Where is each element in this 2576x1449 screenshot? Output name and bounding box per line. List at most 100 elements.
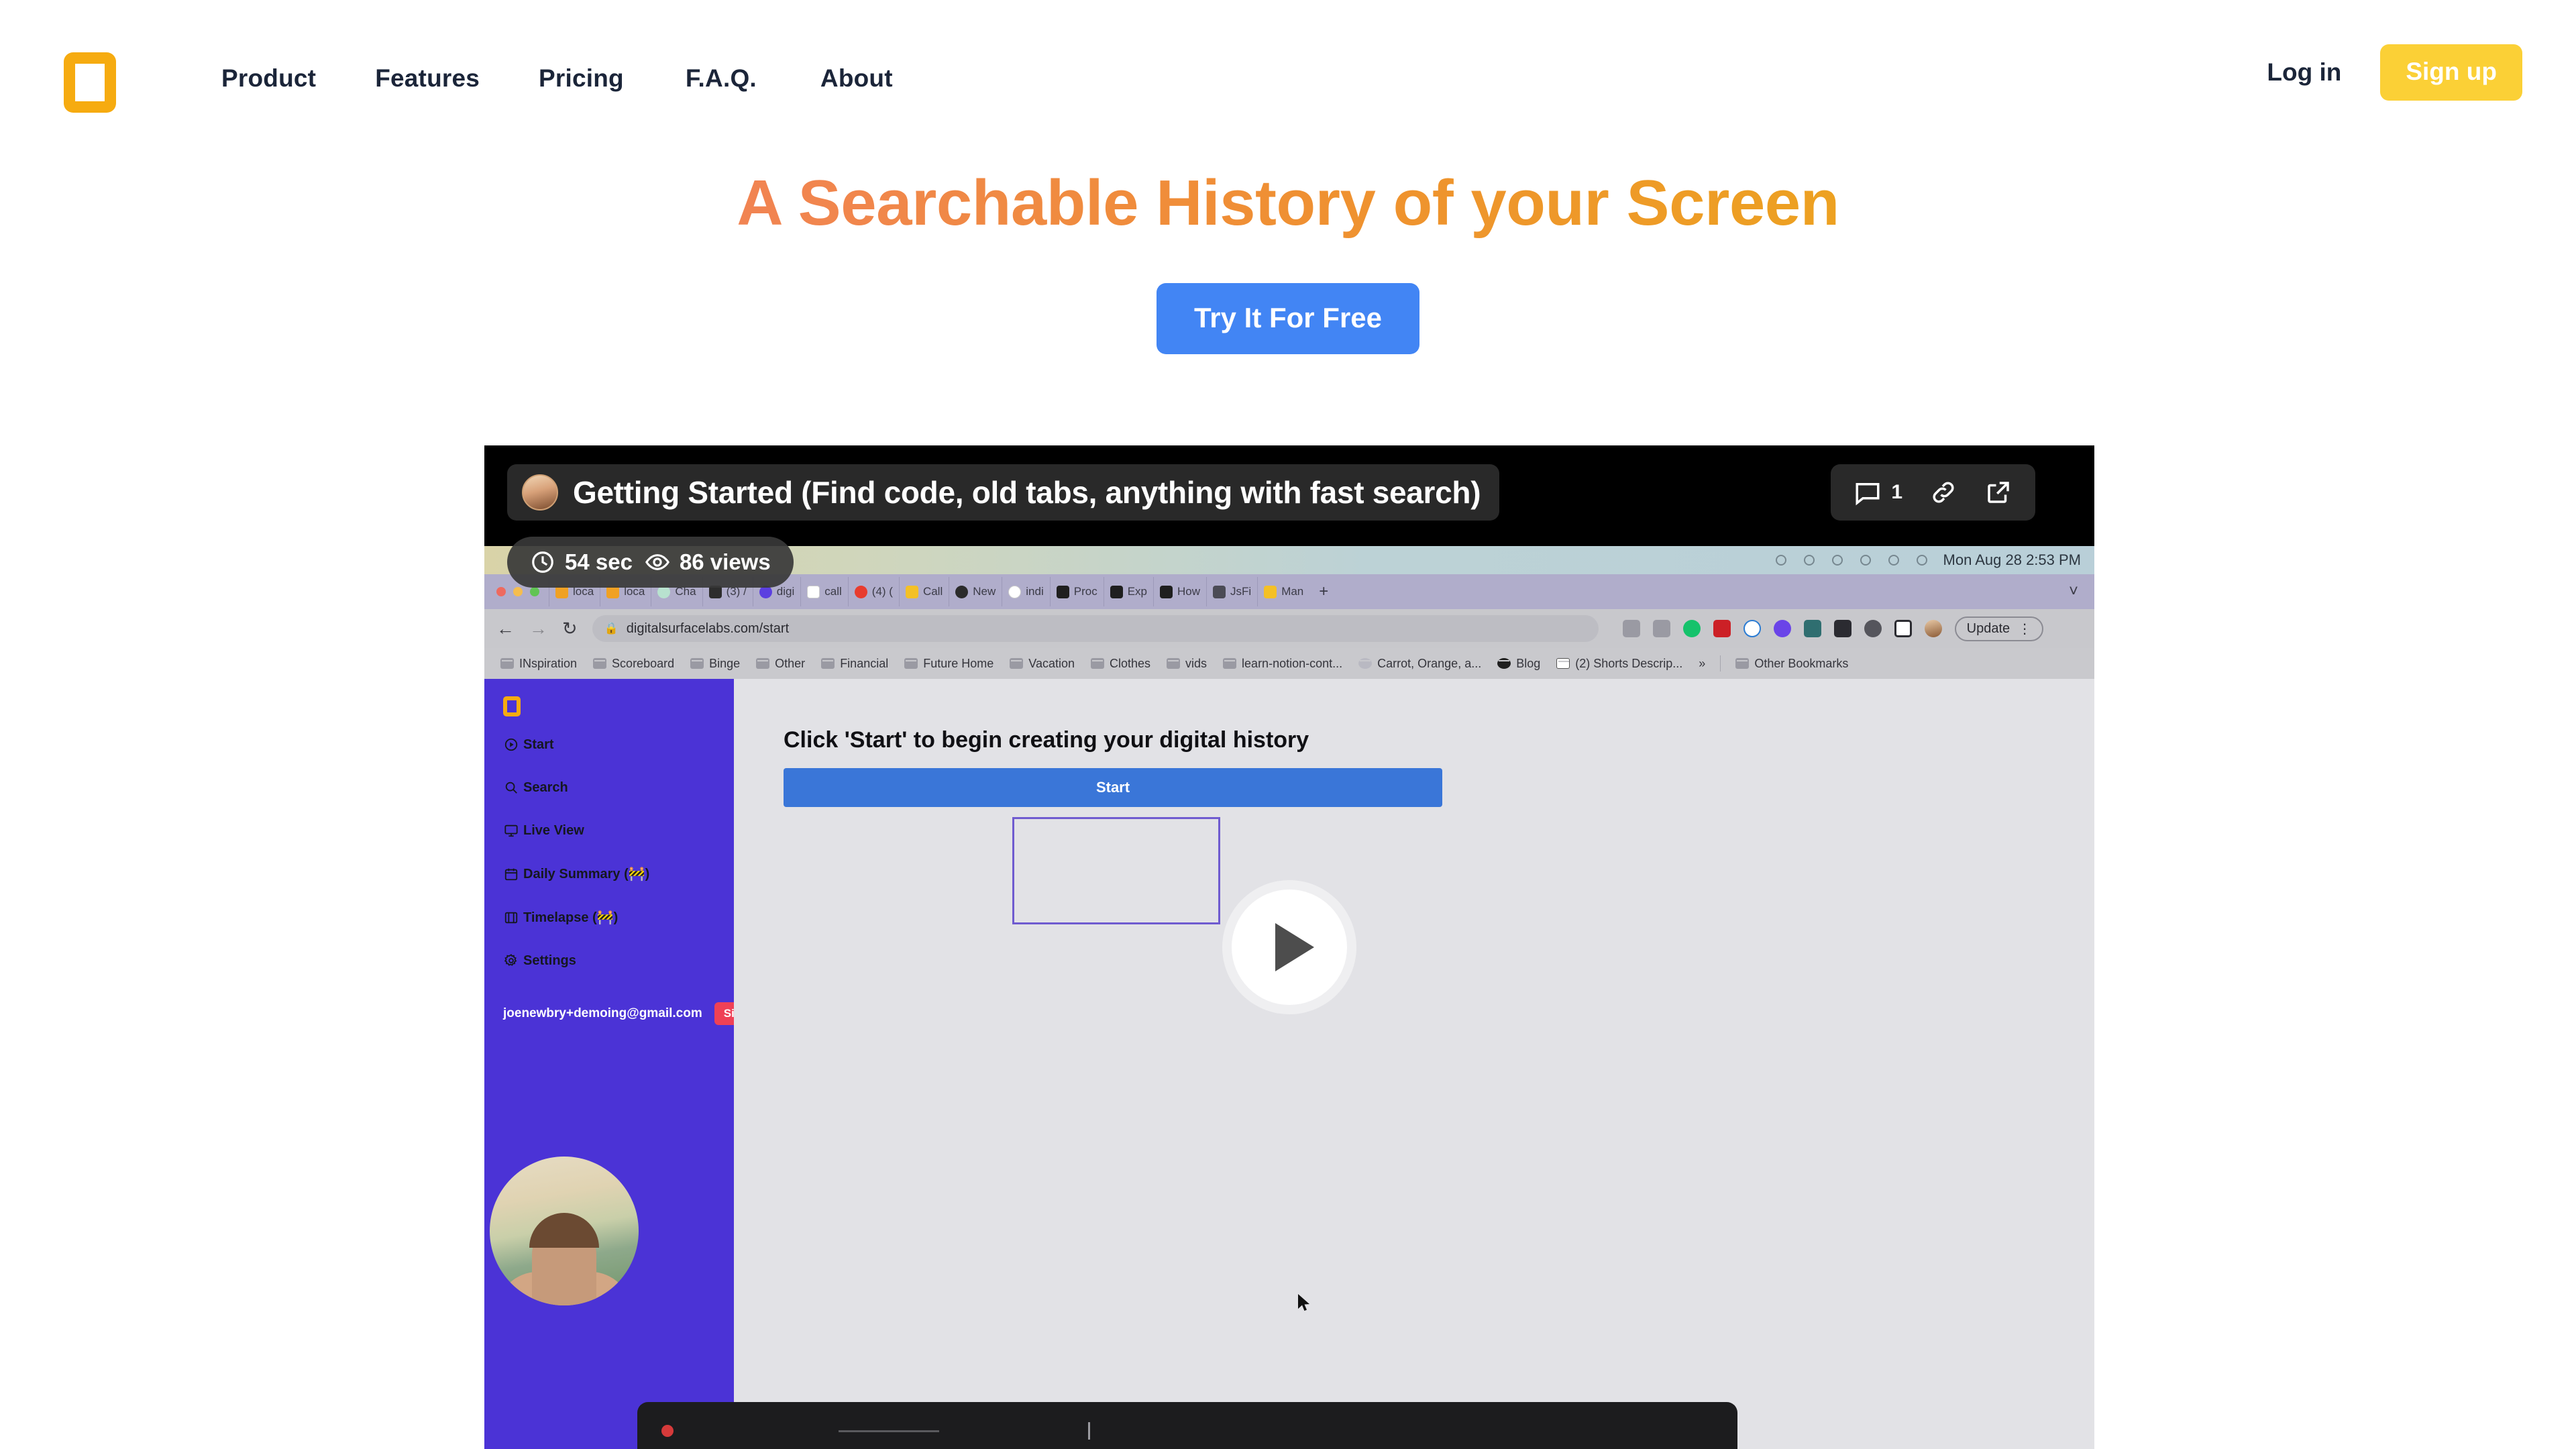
browser-tab[interactable]: Exp	[1103, 577, 1153, 606]
sidebar-item-settings[interactable]: Settings	[503, 953, 734, 969]
sidebar-item-search[interactable]: Search	[503, 780, 734, 796]
progress-track[interactable]	[839, 1430, 939, 1432]
video-title-overlay: Getting Started (Find code, old tabs, an…	[507, 464, 1500, 521]
forward-arrow-icon[interactable]: →	[529, 619, 547, 638]
bookmark-item[interactable]: Future Home	[896, 657, 1002, 671]
bookmark-label: Carrot, Orange, a...	[1377, 656, 1482, 670]
profile-avatar-icon[interactable]	[1924, 620, 1942, 637]
play-button[interactable]	[1232, 890, 1347, 1005]
presenter-hair	[529, 1213, 599, 1248]
nav-link-features[interactable]: Features	[375, 64, 480, 93]
tab-label: New	[973, 585, 996, 598]
sidebar-item-label: Daily Summary (🚧)	[523, 867, 650, 881]
back-arrow-icon[interactable]: ←	[496, 619, 515, 638]
square-outline-logo-icon[interactable]	[64, 52, 116, 113]
browser-tab[interactable]: New	[949, 577, 1002, 606]
settings-extension-icon[interactable]	[1773, 620, 1791, 637]
qr-extension-icon[interactable]	[1803, 620, 1821, 637]
bookmark-item[interactable]: learn-notion-cont...	[1215, 657, 1350, 671]
tab-label: call	[824, 585, 842, 598]
window-controls[interactable]	[496, 587, 539, 596]
open-external-button[interactable]	[1984, 478, 2012, 506]
three-dot-menu-icon[interactable]: ⋮	[2018, 621, 2031, 637]
pdf-extension-icon[interactable]	[1713, 620, 1731, 637]
bookmark-item[interactable]: Scoreboard	[585, 657, 682, 671]
video-player-controls[interactable]	[637, 1402, 1737, 1449]
nav-link-pricing[interactable]: Pricing	[539, 64, 624, 93]
browser-tab[interactable]: Man	[1257, 577, 1309, 606]
nav-link-faq[interactable]: F.A.Q.	[686, 64, 757, 93]
highlight-rectangle	[1012, 817, 1220, 924]
tab-list-chevron-down-icon[interactable]: ˅	[2059, 584, 2094, 600]
bookmark-item[interactable]: (2) Shorts Descrip...	[1548, 657, 1690, 671]
bookmark-item[interactable]: Other	[748, 657, 813, 671]
browser-tab[interactable]: Call	[898, 577, 949, 606]
bookmark-item[interactable]: Binge	[682, 657, 748, 671]
sidebar-item-daily-summary[interactable]: Daily Summary (🚧)	[503, 865, 734, 882]
copy-link-button[interactable]	[1929, 478, 1957, 506]
bookmark-item[interactable]: Clothes	[1083, 657, 1159, 671]
bookmark-item[interactable]: Vacation	[1002, 657, 1083, 671]
new-tab-button[interactable]: +	[1309, 584, 1338, 600]
comments-button[interactable]: 1	[1854, 478, 1902, 506]
browser-tab[interactable]: JsFi	[1206, 577, 1257, 606]
browser-tab[interactable]: indi	[1002, 577, 1049, 606]
close-window-icon[interactable]	[496, 587, 506, 596]
nav-link-product[interactable]: Product	[221, 64, 316, 93]
bookmark-label: Other Bookmarks	[1754, 656, 1849, 670]
browser-tab[interactable]: Proc	[1049, 577, 1104, 606]
sidebar-item-live-view[interactable]: Live View	[503, 822, 734, 839]
sidebar-item-timelapse[interactable]: Timelapse (🚧)	[503, 909, 734, 926]
onepassword-extension-icon[interactable]	[1743, 620, 1761, 637]
grammarly-extension-icon[interactable]	[1682, 620, 1701, 637]
try-it-for-free-button[interactable]: Try It For Free	[1156, 283, 1420, 354]
top-navigation-bar: Product Features Pricing F.A.Q. About Lo…	[0, 0, 2576, 134]
tab-label: Exp	[1127, 585, 1147, 598]
bookmark-item[interactable]: vids	[1159, 657, 1215, 671]
nav-link-about[interactable]: About	[820, 64, 893, 93]
video-embed[interactable]: Mon Aug 28 2:53 PM loca loca Cha (3) / d…	[484, 445, 2094, 1449]
wifi-icon	[1860, 555, 1871, 566]
browser-tab[interactable]: call	[800, 577, 848, 606]
maximize-window-icon[interactable]	[530, 587, 539, 596]
clock-icon	[532, 551, 553, 573]
sidebar-item-label: Start	[523, 737, 554, 752]
login-link[interactable]: Log in	[2267, 58, 2341, 87]
bookmark-item[interactable]: Blog	[1489, 657, 1548, 671]
sidepanel-icon[interactable]	[1894, 620, 1912, 637]
monitor-icon	[503, 822, 519, 839]
address-bar[interactable]: 🔒 digitalsurfacelabs.com/start	[592, 615, 1599, 642]
sidebar-item-label: Search	[523, 780, 568, 795]
spotlight-search-icon	[1888, 555, 1899, 566]
minimize-window-icon[interactable]	[513, 587, 523, 596]
folder-icon	[593, 658, 607, 669]
tab-label: (4) (	[871, 585, 893, 598]
primary-nav-links: Product Features Pricing F.A.Q. About	[221, 64, 893, 93]
bookmark-label: (2) Shorts Descrip...	[1575, 656, 1683, 670]
star-icon[interactable]	[1652, 620, 1670, 637]
reload-icon[interactable]: ↻	[562, 619, 578, 638]
bookmark-item[interactable]: Carrot, Orange, a...	[1350, 657, 1489, 671]
update-button[interactable]: Update ⋮	[1954, 616, 2044, 641]
browser-tab[interactable]: (4) (	[847, 577, 899, 606]
browser-tab[interactable]: How	[1153, 577, 1206, 606]
playhead[interactable]	[1088, 1422, 1090, 1440]
comment-count: 1	[1891, 481, 1902, 503]
bookmarks-overflow-button[interactable]: »	[1690, 657, 1713, 671]
app-square-outline-logo-icon[interactable]	[503, 696, 521, 716]
external-link-icon	[1988, 482, 2009, 503]
puzzle-extensions-icon[interactable]	[1833, 620, 1851, 637]
folder-icon	[500, 658, 514, 669]
tab-label: digi	[776, 585, 795, 598]
signup-button[interactable]: Sign up	[2380, 44, 2522, 101]
share-icon[interactable]	[1622, 620, 1640, 637]
bookmark-label: Other	[775, 656, 806, 670]
bookmark-label: INspiration	[519, 656, 578, 670]
bookmark-item[interactable]: Financial	[813, 657, 896, 671]
speed-extension-icon[interactable]	[1864, 620, 1882, 637]
bookmark-item[interactable]: INspiration	[492, 657, 585, 671]
start-recording-button[interactable]: Start	[784, 768, 1442, 807]
other-bookmarks-item[interactable]: Other Bookmarks	[1727, 657, 1856, 671]
folder-icon	[1091, 658, 1104, 669]
sidebar-item-start[interactable]: Start	[503, 737, 734, 753]
